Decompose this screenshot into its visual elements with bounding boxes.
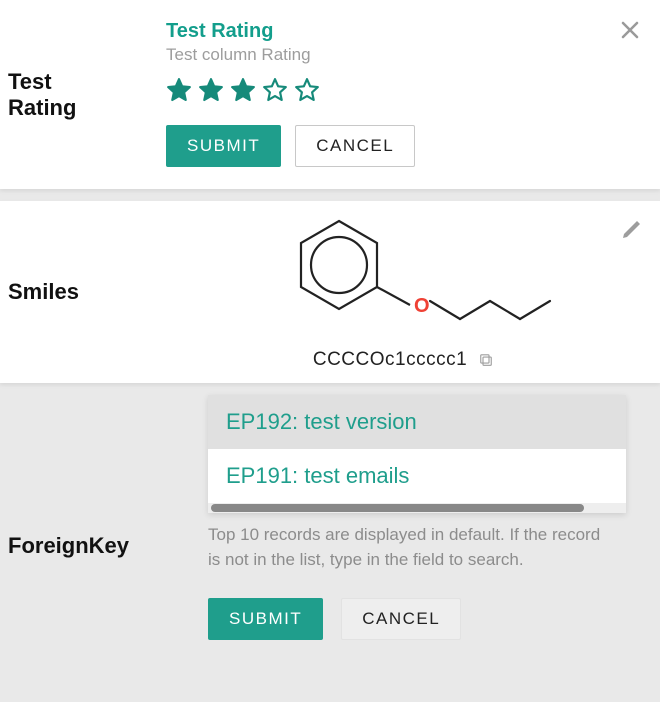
rating-star-5[interactable] (294, 77, 320, 103)
foreignkey-scrollbar[interactable] (208, 503, 626, 513)
rating-star-1[interactable] (166, 77, 192, 103)
rating-submit-button[interactable]: SUBMIT (166, 125, 281, 167)
rating-cancel-button[interactable]: CANCEL (295, 125, 415, 167)
rating-star-2[interactable] (198, 77, 224, 103)
rating-subtitle: Test column Rating (166, 45, 642, 65)
rating-button-row: SUBMIT CANCEL (166, 125, 642, 167)
foreignkey-submit-button[interactable]: SUBMIT (208, 598, 323, 640)
rating-star-4[interactable] (262, 77, 288, 103)
molecule-display: O CCCCOc1ccccc1 (166, 211, 642, 371)
rating-stars (166, 77, 642, 103)
molecule-svg: O (254, 211, 554, 341)
smiles-row-body: O CCCCOc1ccccc1 (130, 201, 660, 383)
smiles-string: CCCCOc1ccccc1 (313, 349, 467, 371)
rating-row-label: Test Rating (0, 0, 130, 189)
smiles-string-row: CCCCOc1ccccc1 (313, 349, 495, 371)
pencil-icon[interactable] (620, 217, 644, 241)
close-icon[interactable] (618, 18, 642, 42)
rating-title: Test Rating (166, 20, 642, 43)
rating-row: Test Rating Test Rating Test column Rati… (0, 0, 660, 189)
foreignkey-cancel-button[interactable]: CANCEL (341, 598, 461, 640)
foreignkey-row-label: ForeignKey (0, 395, 130, 559)
foreignkey-body: EP192: test versionEP191: test emails To… (130, 395, 660, 664)
foreignkey-hint: Top 10 records are displayed in default.… (208, 523, 612, 572)
smiles-row: Smiles O (0, 201, 660, 383)
foreignkey-button-row: SUBMIT CANCEL (208, 598, 632, 640)
smiles-row-label: Smiles (0, 201, 130, 383)
rating-star-3[interactable] (230, 77, 256, 103)
foreignkey-option[interactable]: EP191: test emails (208, 449, 626, 503)
copy-icon[interactable] (477, 351, 495, 369)
foreignkey-options-list: EP192: test versionEP191: test emails (208, 395, 626, 513)
rating-row-body: Test Rating Test column Rating SUBMIT CA… (130, 0, 660, 189)
foreignkey-row: ForeignKey EP192: test versionEP191: tes… (0, 395, 660, 664)
foreignkey-option[interactable]: EP192: test version (208, 395, 626, 449)
svg-text:O: O (414, 295, 430, 317)
